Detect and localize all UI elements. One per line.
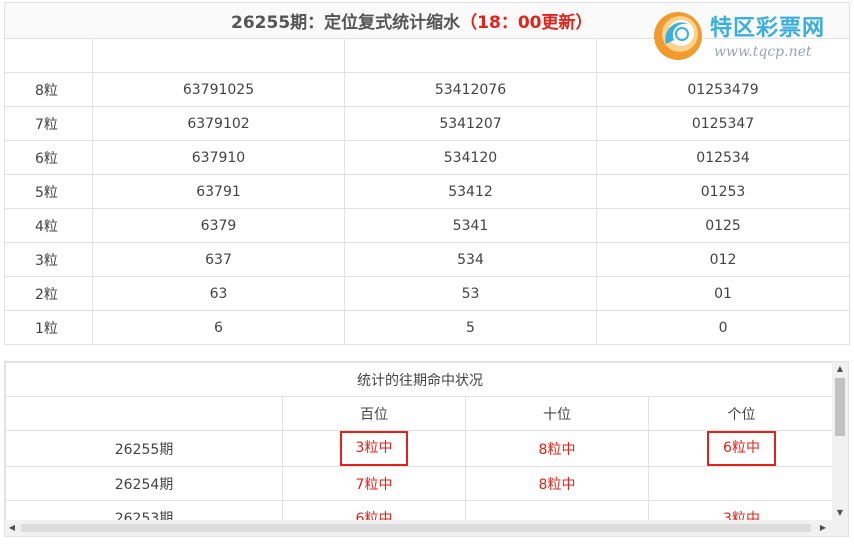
hit-value: 3粒中 bbox=[339, 431, 409, 466]
hundreds-cell: 63791025 bbox=[92, 72, 345, 107]
column-header-hundreds: 百位 bbox=[282, 396, 466, 431]
ones-cell: 0125347 bbox=[595, 106, 851, 141]
hit-cell: 8粒中 bbox=[465, 430, 649, 467]
tens-cell: 5 bbox=[344, 310, 597, 345]
table-row: 4粒 6379 5341 0125 bbox=[4, 208, 851, 243]
ones-cell: 01253 bbox=[595, 174, 851, 209]
row-label: 3粒 bbox=[4, 242, 93, 277]
row-label: 6粒 bbox=[4, 140, 93, 175]
tens-cell: 534120 bbox=[344, 140, 597, 175]
hundreds-cell: 63 bbox=[92, 276, 345, 311]
hundreds-cell: 637 bbox=[92, 242, 345, 277]
ones-cell: 0125 bbox=[595, 208, 851, 243]
column-header-tens: 十位 bbox=[465, 396, 649, 431]
row-label: 7粒 bbox=[4, 106, 93, 141]
hit-cell: 7粒中 bbox=[282, 466, 466, 501]
hit-value: 6粒中 bbox=[707, 431, 776, 466]
history-table: 统计的往期命中状况 百位 十位 个位 26255期 3粒中 8粒中 6粒中 26… bbox=[5, 362, 835, 535]
hit-cell-highlighted: 3粒中 bbox=[282, 430, 466, 467]
table-row: 1粒 6 5 0 bbox=[4, 310, 851, 345]
scroll-down-icon[interactable]: ▼ bbox=[832, 506, 848, 520]
table-row: 8粒 63791025 53412076 01253479 bbox=[4, 72, 851, 107]
hundreds-cell: 637910 bbox=[92, 140, 345, 175]
table-row: 6粒 637910 534120 012534 bbox=[4, 140, 851, 175]
vertical-scrollbar[interactable]: ▲ ▼ bbox=[832, 362, 848, 520]
ones-cell: 01253479 bbox=[595, 72, 851, 107]
row-label: 4粒 bbox=[4, 208, 93, 243]
table-row: 26255期 3粒中 8粒中 6粒中 bbox=[5, 430, 835, 467]
hundreds-cell: 6379 bbox=[92, 208, 345, 243]
vertical-scroll-thumb[interactable] bbox=[835, 378, 845, 436]
tens-cell: 53 bbox=[344, 276, 597, 311]
site-logo[interactable]: 特区彩票网 www.tqcp.net bbox=[652, 8, 848, 66]
tens-cell: 53412076 bbox=[344, 72, 597, 107]
logo-url: www.tqcp.net bbox=[714, 44, 812, 60]
history-title-row: 统计的往期命中状况 bbox=[5, 362, 835, 397]
hundreds-cell: 6379102 bbox=[92, 106, 345, 141]
ones-cell: 01 bbox=[595, 276, 851, 311]
table-row: 2粒 63 53 01 bbox=[4, 276, 851, 311]
tens-cell: 53412 bbox=[344, 174, 597, 209]
period-cell: 26254期 bbox=[5, 466, 283, 501]
ones-cell: 012534 bbox=[595, 140, 851, 175]
table-row: 26254期 7粒中 8粒中 bbox=[5, 466, 835, 501]
hit-cell bbox=[648, 466, 835, 501]
history-title: 统计的往期命中状况 bbox=[5, 362, 835, 397]
period-cell: 26255期 bbox=[5, 430, 283, 467]
history-panel[interactable]: 统计的往期命中状况 百位 十位 个位 26255期 3粒中 8粒中 6粒中 26… bbox=[4, 361, 849, 537]
swirl-logo-icon bbox=[654, 12, 702, 60]
tens-cell: 5341 bbox=[344, 208, 597, 243]
column-header bbox=[5, 396, 283, 431]
scroll-left-icon[interactable]: ◀ bbox=[5, 520, 19, 536]
ones-cell: 0 bbox=[595, 310, 851, 345]
column-header-ones: 个位 bbox=[648, 396, 835, 431]
row-label: 8粒 bbox=[4, 72, 93, 107]
table-row: 3粒 637 534 012 bbox=[4, 242, 851, 277]
table-row: 7粒 6379102 5341207 0125347 bbox=[4, 106, 851, 141]
row-label: 1粒 bbox=[4, 310, 93, 345]
hit-cell: 8粒中 bbox=[465, 466, 649, 501]
hundreds-cell: 6 bbox=[92, 310, 345, 345]
ones-cell: 012 bbox=[595, 242, 851, 277]
hit-cell-highlighted: 6粒中 bbox=[648, 430, 835, 467]
horizontal-scroll-thumb[interactable] bbox=[21, 524, 811, 532]
update-time: （18：00更新） bbox=[460, 13, 593, 33]
horizontal-scrollbar[interactable]: ◀ ▶ bbox=[5, 520, 848, 536]
row-label: 5粒 bbox=[4, 174, 93, 209]
history-header-row: 百位 十位 个位 bbox=[5, 396, 835, 431]
tens-cell: 5341207 bbox=[344, 106, 597, 141]
tens-cell: 534 bbox=[344, 242, 597, 277]
row-label: 2粒 bbox=[4, 276, 93, 311]
hundreds-cell: 63791 bbox=[92, 174, 345, 209]
scroll-up-icon[interactable]: ▲ bbox=[832, 362, 848, 376]
logo-text: 特区彩票网 bbox=[710, 16, 826, 41]
table-row: 5粒 63791 53412 01253 bbox=[4, 174, 851, 209]
scroll-right-icon[interactable]: ▶ bbox=[816, 520, 830, 536]
title-main: 26255期：定位复式统计缩水 bbox=[231, 13, 461, 33]
